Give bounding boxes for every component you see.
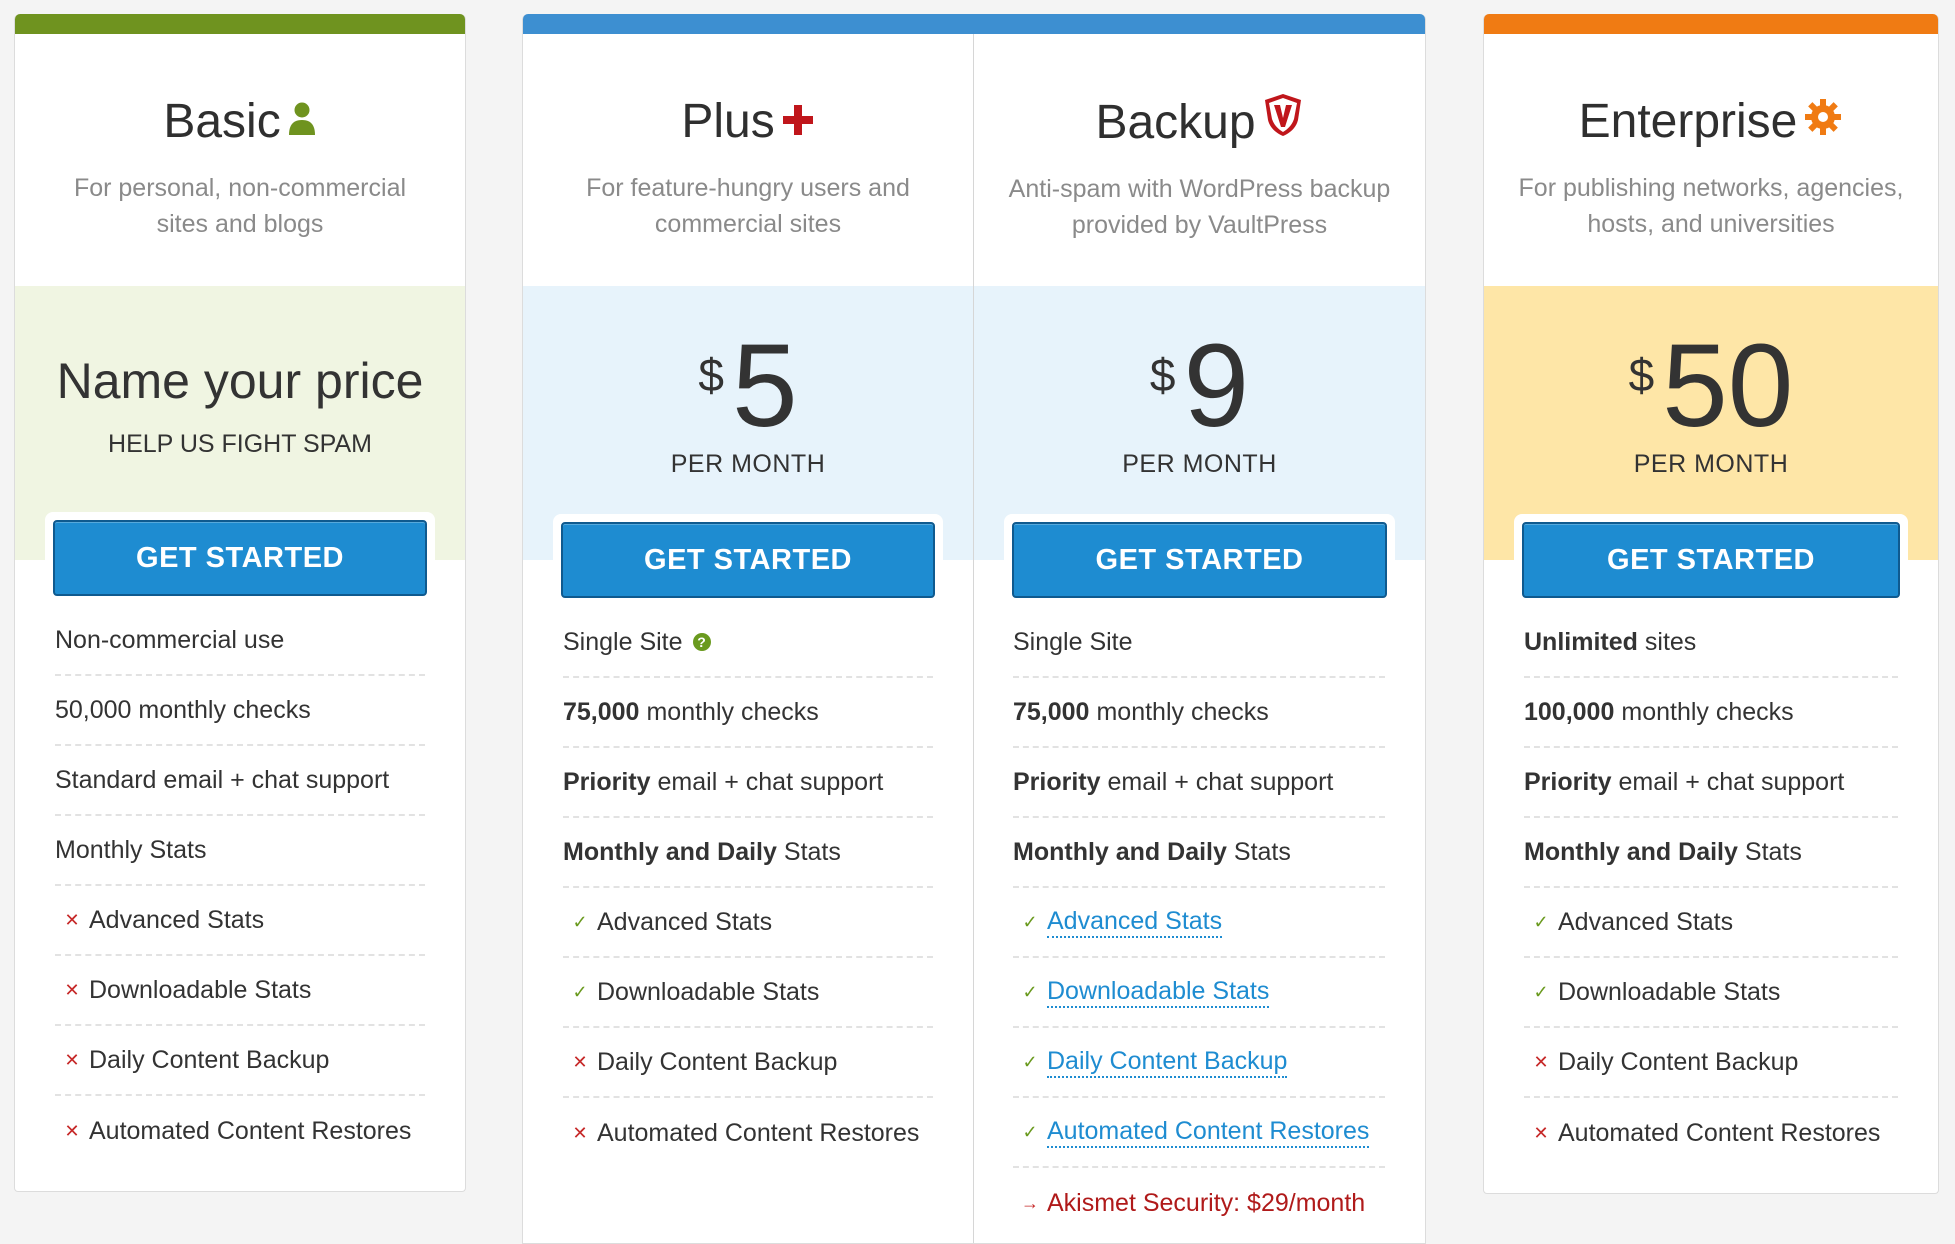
check-icon: ✓ [1533, 981, 1549, 1002]
feature-item: Priority email + chat support [1524, 748, 1898, 818]
arrow-right-icon: → [1021, 1192, 1039, 1213]
get-started-button-backup[interactable]: GET STARTED [1012, 522, 1387, 598]
plan-description: Anti-spam with WordPress backup provided… [1008, 175, 1391, 239]
feature-item: Single Site? [563, 608, 933, 678]
feature-item: Priority email + chat support [1013, 748, 1385, 818]
feature-item: ✓ Downloadable Stats [1524, 958, 1898, 1028]
feature-item: ✓ Automated Content Restores [1013, 1098, 1385, 1168]
feature-item: 100,000 monthly checks [1524, 678, 1898, 748]
plan-card-enterprise: Enterprise For publishing networks, agen… [1483, 14, 1939, 1194]
price-period: PER MONTH [1633, 450, 1789, 478]
plan-color-bar [15, 14, 465, 34]
plan-card-basic: Basic For personal, non-commercial sites… [14, 14, 466, 1192]
check-icon: ✓ [1022, 981, 1038, 1002]
cross-icon: ✕ [64, 909, 80, 930]
get-started-button-basic[interactable]: GET STARTED [53, 520, 427, 596]
advanced-stats-link[interactable]: Advanced Stats [1047, 906, 1223, 938]
feature-item: ✕ Automated Content Restores [1524, 1098, 1898, 1168]
security-addon-text: Akismet Security: $29/month [1047, 1188, 1366, 1217]
check-icon: ✓ [1022, 1121, 1038, 1142]
check-icon: ✓ [572, 981, 588, 1002]
plan-title: Enterprise [1578, 95, 1798, 148]
plan-title: Plus [681, 95, 775, 148]
vaultpress-shield-icon [1262, 92, 1304, 153]
cross-icon: ✕ [572, 1122, 588, 1143]
cross-icon: ✕ [1533, 1122, 1549, 1143]
currency-symbol: $ [1149, 349, 1176, 401]
price-period: PER MONTH [670, 450, 826, 478]
feature-item: Monthly and Daily Stats [1524, 818, 1898, 888]
feature-item: Standard email + chat support [55, 746, 425, 816]
cross-icon: ✕ [64, 1120, 80, 1141]
feature-item: ✕ Automated Content Restores [563, 1098, 933, 1168]
feature-item: 50,000 monthly checks [55, 676, 425, 746]
plan-title: Backup [1095, 95, 1256, 149]
plan-description: For feature-hungry users and commercial … [586, 174, 910, 238]
feature-item: Single Site [1013, 608, 1385, 678]
check-icon: ✓ [1022, 1051, 1038, 1072]
price-period: PER MONTH [1122, 450, 1277, 478]
price-amount: 9 [1183, 320, 1250, 452]
cross-icon: ✕ [572, 1051, 588, 1072]
feature-list: Unlimited sites 100,000 monthly checks Pri… [1524, 608, 1898, 1168]
person-icon [287, 92, 317, 152]
feature-item: ✕ Downloadable Stats [55, 956, 425, 1026]
feature-item: ✕ Daily Content Backup [563, 1028, 933, 1098]
feature-item: 75,000 monthly checks [1013, 678, 1385, 748]
price-subtitle: HELP US FIGHT SPAM [108, 430, 372, 458]
feature-item: ✕ Daily Content Backup [55, 1026, 425, 1096]
help-icon[interactable]: ? [692, 633, 711, 651]
cross-icon: ✕ [64, 979, 80, 1000]
feature-item: ✓ Downloadable Stats [1013, 958, 1385, 1028]
feature-list: Single Site 75,000 monthly checks Priorit… [1013, 608, 1385, 1238]
feature-item: ✓ Advanced Stats [1013, 888, 1385, 958]
feature-list: Single Site? 75,000 monthly checks Priori… [563, 608, 933, 1168]
feature-item: ✓ Advanced Stats [1524, 888, 1898, 958]
check-icon: ✓ [1533, 911, 1549, 932]
feature-item: ✕ Automated Content Restores [55, 1096, 425, 1166]
plan-color-bar [1484, 14, 1938, 34]
get-started-button-enterprise[interactable]: GET STARTED [1522, 522, 1900, 598]
check-icon: ✓ [572, 911, 588, 932]
daily-content-backup-link[interactable]: Daily Content Backup [1047, 1046, 1288, 1078]
plan-title: Basic [163, 95, 281, 148]
cross-icon: ✕ [64, 1049, 80, 1070]
price-title: Name your price [56, 353, 424, 409]
automated-content-restores-link[interactable]: Automated Content Restores [1047, 1116, 1370, 1148]
plus-icon [781, 92, 815, 152]
feature-item: Monthly Stats [55, 816, 425, 886]
feature-item: ✓ Downloadable Stats [563, 958, 933, 1028]
feature-item: Monthly and Daily Stats [1013, 818, 1385, 888]
currency-symbol: $ [698, 349, 724, 401]
feature-item: ✕ Advanced Stats [55, 886, 425, 956]
plan-color-bar [523, 14, 1425, 34]
plan-description: For publishing networks, agencies, hosts… [1518, 174, 1904, 238]
feature-item: Priority email + chat support [563, 748, 933, 818]
feature-item: ✓ Advanced Stats [563, 888, 933, 958]
feature-item: ✓ Daily Content Backup [1013, 1028, 1385, 1098]
feature-item: Monthly and Daily Stats [563, 818, 933, 888]
cross-icon: ✕ [1533, 1051, 1549, 1072]
feature-item: Non-commercial use [55, 606, 425, 676]
get-started-button-plus[interactable]: GET STARTED [561, 522, 935, 598]
plan-description: For personal, non-commercial sites and b… [73, 174, 407, 238]
feature-item: Unlimited sites [1524, 608, 1898, 678]
price-amount: 5 [731, 320, 798, 452]
check-icon: ✓ [1022, 911, 1038, 932]
downloadable-stats-link[interactable]: Downloadable Stats [1047, 976, 1270, 1008]
gear-icon [1803, 92, 1843, 152]
feature-item: 75,000 monthly checks [563, 678, 933, 748]
price-amount: 50 [1662, 320, 1794, 452]
feature-list: Non-commercial use 50,000 monthly checks… [55, 606, 425, 1166]
currency-symbol: $ [1628, 349, 1655, 401]
plan-card-plus-backup: Plus For feature-hungry users and commer… [522, 14, 1426, 1244]
feature-item: ✕ Daily Content Backup [1524, 1028, 1898, 1098]
